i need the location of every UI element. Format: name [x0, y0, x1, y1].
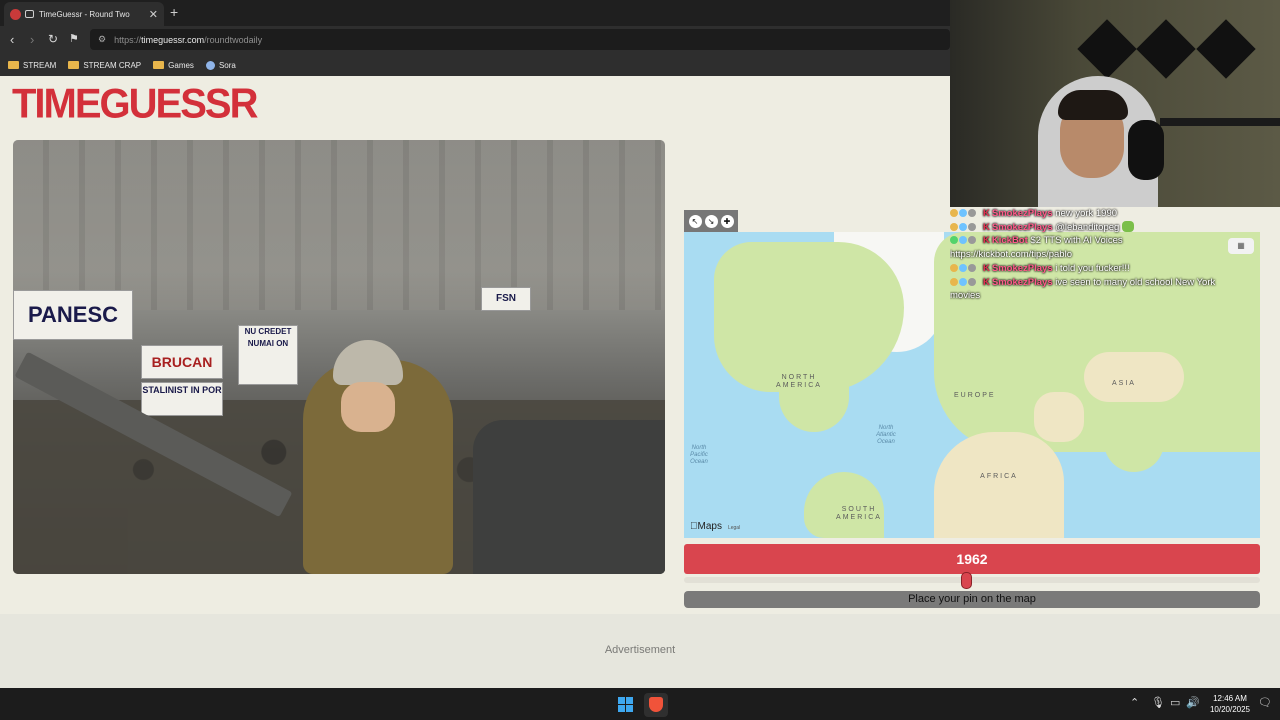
- reload-icon[interactable]: ↻: [48, 32, 58, 46]
- notifications-icon[interactable]: 🗨: [1258, 696, 1272, 709]
- wall-panel: [1077, 19, 1137, 79]
- label-asia: ASIA: [1112, 380, 1136, 387]
- microphone-icon[interactable]: 🎙: [1151, 696, 1165, 709]
- forward-icon[interactable]: ›: [30, 32, 34, 47]
- kick-badge-icon: K: [983, 208, 990, 219]
- photo-banner: PANESC: [13, 290, 133, 340]
- photo-soldier-hat: [333, 340, 403, 385]
- kick-badge-icon: K: [983, 221, 990, 233]
- taskbar-clock[interactable]: 12:46 AM 10/20/2025: [1200, 693, 1260, 715]
- map-controls: ↖ ↘ ✚: [684, 210, 738, 232]
- photo-soldier: [303, 340, 453, 574]
- year-slider-thumb[interactable]: [960, 572, 972, 589]
- bookmarks-bar: STREAM STREAM CRAP Games Sora: [0, 54, 950, 76]
- map-shrink-icon[interactable]: ↘: [704, 214, 718, 228]
- back-icon[interactable]: ‹: [10, 32, 14, 47]
- bookmark-sora[interactable]: Sora: [205, 60, 236, 70]
- chat-overlay: K SmokezPlays new york 1990 K SmokezPlays …: [950, 207, 1280, 303]
- round-photo: PANESC BRUCAN STALINIST IN POR NU CREDET…: [13, 140, 665, 574]
- wall-panel: [1136, 19, 1196, 79]
- address-bar-row: ‹ › ↻ ⚑ ⚙ https://timeguessr.com/roundtw…: [0, 26, 950, 54]
- chat-badges: [950, 221, 983, 235]
- label-south-america: SOUTH AMERICA: [836, 506, 882, 522]
- bookmark-games[interactable]: Games: [153, 61, 194, 70]
- streamer-hair: [1058, 90, 1128, 120]
- new-tab-button[interactable]: +: [170, 4, 178, 20]
- taskbar: [0, 688, 1280, 720]
- webcam-overlay: [950, 0, 1280, 207]
- chat-message: K KickBot $2 TTS with AI Voices: [950, 234, 1280, 248]
- network-icon[interactable]: ▭: [1170, 696, 1180, 709]
- place-pin-button[interactable]: Place your pin on the map: [684, 591, 1260, 608]
- folder-icon: [68, 61, 80, 69]
- tab-page-icon: [25, 10, 34, 18]
- chat-badges: [950, 262, 983, 276]
- chat-message: K SmokezPlays ive seen to many old school…: [950, 276, 1280, 290]
- bookmark-stream-crap[interactable]: STREAM CRAP: [68, 61, 141, 70]
- wall-panel: [1196, 19, 1256, 79]
- india: [1104, 402, 1164, 472]
- folder-icon: [8, 61, 19, 69]
- mic-boom: [1160, 118, 1280, 126]
- chat-message: K SmokezPlays new york 1990: [950, 207, 1280, 221]
- label-europe: EUROPE: [954, 392, 996, 399]
- photo-banner: FSN: [481, 287, 531, 311]
- site-logo[interactable]: TIMEGUESSR: [12, 83, 258, 125]
- chat-badges: [950, 207, 983, 221]
- emote-icon: [1121, 220, 1134, 232]
- kick-badge-icon: K: [983, 235, 990, 247]
- folder-icon: [153, 61, 165, 69]
- photo-building: [13, 140, 665, 310]
- url-field[interactable]: ⚙ https://timeguessr.com/roundtwodaily: [90, 29, 950, 50]
- bookmark-stream[interactable]: STREAM: [8, 61, 56, 70]
- photo-soldier-face: [341, 382, 395, 432]
- north-america: [714, 242, 904, 392]
- volume-icon[interactable]: 🔊: [1186, 696, 1200, 709]
- sora-icon: [205, 60, 215, 70]
- advertisement-label: Advertisement: [604, 644, 676, 656]
- photo-banner: BRUCAN: [141, 345, 223, 379]
- chat-message: K SmokezPlays @lebanditopeg: [950, 220, 1280, 235]
- brave-favicon-icon: [10, 8, 21, 20]
- brave-icon: [649, 697, 663, 712]
- photo-tank: [473, 420, 665, 574]
- year-slider-track[interactable]: [684, 577, 1260, 583]
- apple-maps-logo[interactable]: MapsLegal: [690, 521, 740, 532]
- chat-message: K SmokezPlays i told you fucker!!!: [950, 262, 1280, 276]
- map-expand-icon[interactable]: ↖: [688, 214, 702, 228]
- chat-message: movies: [950, 290, 981, 302]
- tab-title: TimeGuessr - Round Two: [39, 9, 130, 19]
- url-text: https://timeguessr.com/roundtwodaily: [114, 34, 263, 45]
- chat-message: https://kickbot.com/tips/pablo: [950, 249, 1072, 261]
- africa: [934, 432, 1064, 538]
- label-north-america: NORTH AMERICA: [776, 374, 822, 390]
- label-africa: AFRICA: [980, 473, 1018, 480]
- south-america: [804, 472, 884, 538]
- browser-tab[interactable]: TimeGuessr - Round Two ✕: [4, 2, 164, 26]
- windows-start-icon[interactable]: [618, 697, 633, 712]
- central-asia: [1084, 352, 1184, 402]
- site-settings-icon[interactable]: ⚙: [98, 34, 106, 45]
- year-display: 1962: [684, 544, 1260, 574]
- tab-strip: TimeGuessr - Round Two ✕ +: [0, 0, 950, 26]
- bookmark-icon[interactable]: ⚑: [69, 32, 79, 45]
- tray-chevron-icon[interactable]: ⌃: [1130, 696, 1139, 709]
- kick-badge-icon: K: [983, 276, 990, 288]
- photo-banner: STALINIST IN POR: [141, 382, 223, 416]
- map-pin-icon[interactable]: ✚: [720, 214, 734, 228]
- kick-badge-icon: K: [983, 262, 990, 274]
- label-north-atlantic: North Atlantic Ocean: [876, 425, 896, 446]
- brave-taskbar-button[interactable]: [644, 693, 668, 717]
- chat-badges: [950, 234, 983, 248]
- chat-badges: [950, 276, 983, 290]
- microphone: [1128, 120, 1164, 180]
- tab-close-icon[interactable]: ✕: [149, 8, 158, 21]
- label-north-pacific: North Pacific Ocean: [690, 445, 708, 466]
- arabia: [1034, 392, 1084, 442]
- photo-banner: NU CREDET NUMAI ON: [238, 325, 298, 385]
